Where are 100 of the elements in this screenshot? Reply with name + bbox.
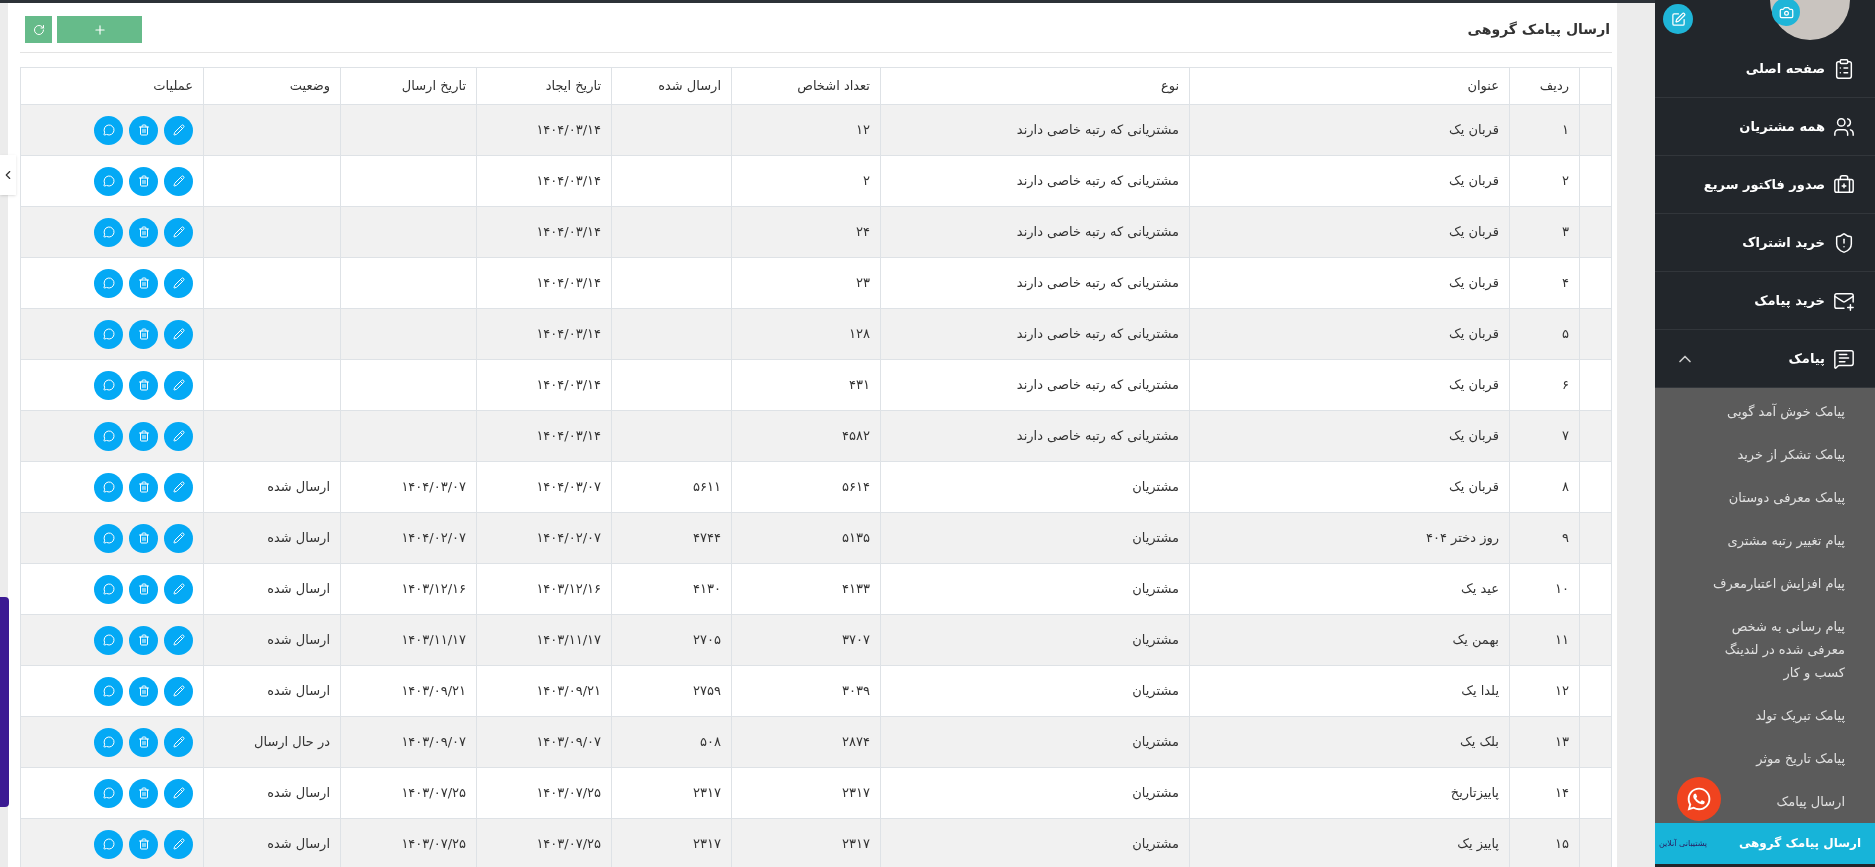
edit-button[interactable] bbox=[164, 472, 193, 502]
sidebar-label: صدور فاکتور سریع bbox=[1703, 175, 1825, 194]
delete-button[interactable] bbox=[129, 676, 158, 706]
edit-button[interactable] bbox=[164, 319, 193, 349]
table-cell: ۱۴۰۴/۰۲/۰۷ bbox=[401, 530, 466, 546]
message-button[interactable] bbox=[94, 829, 123, 859]
sidebar-item[interactable]: خرید اشتراک bbox=[1655, 214, 1875, 272]
delete-button[interactable] bbox=[129, 268, 158, 298]
submenu-item[interactable]: پیامک تشکر از خرید bbox=[1655, 433, 1875, 476]
submenu-item[interactable]: پیامک تبریک تولد bbox=[1655, 694, 1875, 737]
message-button[interactable] bbox=[94, 778, 123, 808]
table-cell: ۱۴۰۳/۱۲/۱۶ bbox=[401, 581, 466, 597]
sidebar-label: پیامک bbox=[1788, 349, 1825, 368]
submenu-item[interactable]: ارسال پیامک bbox=[1655, 780, 1875, 823]
pencil-icon bbox=[172, 838, 185, 850]
message-button[interactable] bbox=[94, 421, 123, 451]
chat-bubble-icon bbox=[102, 379, 115, 391]
edit-button[interactable] bbox=[164, 268, 193, 298]
edit-button[interactable] bbox=[164, 829, 193, 859]
message-button[interactable] bbox=[94, 523, 123, 553]
pencil-icon bbox=[172, 430, 185, 442]
submenu-item[interactable]: پیام افزایش اعتبارمعرف bbox=[1655, 562, 1875, 605]
delete-button[interactable] bbox=[129, 829, 158, 859]
table-cell: قربان یک bbox=[1449, 479, 1499, 495]
delete-button[interactable] bbox=[129, 115, 158, 145]
delete-button[interactable] bbox=[129, 727, 158, 757]
submenu-label: ارسال پیامک bbox=[1776, 793, 1845, 811]
submenu-item[interactable]: پیام رسانی به شخص معرفی شده در لندینگ کسب و کار bbox=[1655, 605, 1875, 694]
edit-button[interactable] bbox=[164, 421, 193, 451]
column-header: تعداد اشخاص bbox=[797, 78, 870, 94]
edit-button[interactable] bbox=[164, 625, 193, 655]
message-button[interactable] bbox=[94, 115, 123, 145]
table-cell: ۴۳۱ bbox=[849, 377, 870, 393]
message-button[interactable] bbox=[94, 268, 123, 298]
sidebar-item[interactable]: خرید پیامک bbox=[1655, 272, 1875, 330]
table-cell: ۱۴۰۳/۰۹/۰۷ bbox=[401, 734, 466, 750]
submenu-item[interactable]: پیام تغییر رتبه مشتری bbox=[1655, 519, 1875, 562]
submenu-label: پیامک تبریک تولد bbox=[1755, 707, 1845, 726]
delete-button[interactable] bbox=[129, 166, 158, 196]
delete-button[interactable] bbox=[129, 472, 158, 502]
sidebar-item[interactable]: همه مشتریان bbox=[1655, 98, 1875, 156]
submenu-item[interactable]: پیامک تاریخ موثر bbox=[1655, 737, 1875, 780]
message-button[interactable] bbox=[94, 217, 123, 247]
edit-icon[interactable] bbox=[1663, 4, 1693, 34]
edit-button[interactable] bbox=[164, 778, 193, 808]
trash-icon bbox=[137, 634, 150, 646]
edit-button[interactable] bbox=[164, 574, 193, 604]
edit-button[interactable] bbox=[164, 676, 193, 706]
pencil-icon bbox=[172, 481, 185, 493]
delete-button[interactable] bbox=[129, 319, 158, 349]
pencil-icon bbox=[172, 634, 185, 646]
edit-button[interactable] bbox=[164, 166, 193, 196]
chat-bubble-icon bbox=[102, 277, 115, 289]
delete-button[interactable] bbox=[129, 625, 158, 655]
edit-button[interactable] bbox=[164, 217, 193, 247]
edit-button[interactable] bbox=[164, 727, 193, 757]
edit-button[interactable] bbox=[164, 115, 193, 145]
bag-plus-icon bbox=[1833, 173, 1855, 196]
delete-button[interactable] bbox=[129, 421, 158, 451]
table-cell: روز دختر ۴۰۴ bbox=[1426, 530, 1499, 546]
camera-icon[interactable] bbox=[1772, 0, 1800, 26]
delete-button[interactable] bbox=[129, 370, 158, 400]
chat-bubble-icon bbox=[102, 328, 115, 340]
trash-icon bbox=[137, 124, 150, 136]
trash-icon bbox=[137, 736, 150, 748]
side-handle[interactable] bbox=[0, 597, 9, 807]
message-button[interactable] bbox=[94, 319, 123, 349]
sidebar-label: خرید اشتراک bbox=[1742, 233, 1825, 252]
edit-button[interactable] bbox=[164, 523, 193, 553]
message-button[interactable] bbox=[94, 574, 123, 604]
delete-button[interactable] bbox=[129, 523, 158, 553]
users-icon bbox=[1833, 115, 1855, 138]
table-cell: ۱۴۰۳/۰۷/۲۵ bbox=[536, 785, 601, 801]
message-button[interactable] bbox=[94, 625, 123, 655]
delete-button[interactable] bbox=[129, 217, 158, 247]
sidebar-item[interactable]: صدور فاکتور سریع bbox=[1655, 156, 1875, 214]
table-cell: ۱۲۸ bbox=[849, 326, 870, 342]
sidebar-item[interactable]: صفحه اصلی bbox=[1655, 40, 1875, 98]
submenu-item[interactable]: ارسال پیامک گروهی پشتیبانی آنلاین bbox=[1655, 823, 1875, 864]
collapse-tab[interactable] bbox=[0, 155, 16, 195]
refresh-button[interactable] bbox=[25, 16, 52, 43]
submenu-item[interactable]: پیامک خوش آمد گویی bbox=[1655, 390, 1875, 433]
edit-button[interactable] bbox=[164, 370, 193, 400]
pencil-icon bbox=[172, 685, 185, 697]
delete-button[interactable] bbox=[129, 574, 158, 604]
table-cell: مشتریانی که رتبه خاصی دارند bbox=[1016, 326, 1179, 342]
trash-icon bbox=[137, 379, 150, 391]
message-button[interactable] bbox=[94, 676, 123, 706]
submenu-item[interactable]: پیامک معرفی دوستان bbox=[1655, 476, 1875, 519]
delete-button[interactable] bbox=[129, 778, 158, 808]
pencil-icon bbox=[172, 226, 185, 238]
message-button[interactable] bbox=[94, 370, 123, 400]
message-button[interactable] bbox=[94, 472, 123, 502]
table-cell: ۱۴۰۳/۱۱/۱۷ bbox=[536, 632, 601, 648]
table-cell: مشتریان bbox=[1132, 530, 1179, 546]
table-cell: ۱۰ bbox=[1555, 581, 1569, 597]
message-button[interactable] bbox=[94, 727, 123, 757]
table-cell: ۱۴۰۴/۰۳/۱۴ bbox=[536, 428, 601, 444]
refresh-icon bbox=[32, 23, 45, 36]
message-button[interactable] bbox=[94, 166, 123, 196]
